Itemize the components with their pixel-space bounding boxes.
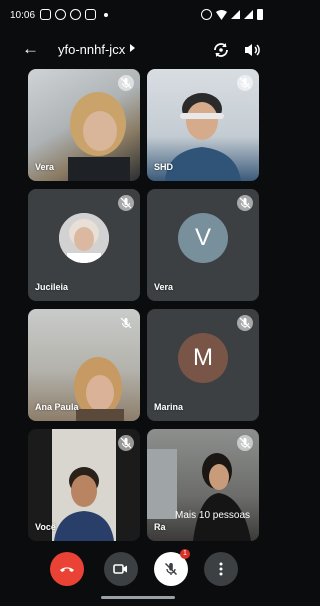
participant-name: Ana Paula [35, 402, 79, 412]
cast-icon [40, 9, 51, 20]
participant-name: Vera [35, 162, 55, 172]
mic-off-icon [164, 562, 178, 576]
avatar: V [178, 213, 228, 263]
switch-camera-icon[interactable] [211, 40, 231, 60]
participant-name: Jucileia [35, 282, 69, 292]
videocam-icon [113, 564, 127, 574]
microphone-button[interactable]: 1 [154, 549, 190, 586]
more-vert-icon [219, 562, 223, 576]
mic-off-icon [118, 435, 134, 451]
avatar: M [178, 333, 228, 383]
participant-tile[interactable]: SHD [147, 69, 259, 181]
chevron-right-icon[interactable] [130, 44, 135, 52]
participant-tile[interactable]: Jucileia [28, 189, 140, 301]
mic-off-icon [237, 435, 253, 451]
notification-badge: 1 [180, 549, 190, 559]
participant-name: SHD [154, 162, 174, 172]
participant-tile[interactable]: M Marina [147, 309, 259, 421]
signal-icon-2 [244, 10, 253, 19]
meeting-header: ← yfo-nnhf-jcx [0, 34, 275, 66]
participant-name: Vera [154, 282, 174, 292]
mic-off-icon [118, 315, 134, 331]
signal-icon [231, 10, 240, 19]
participant-tile[interactable]: Ra [147, 429, 259, 541]
participant-name: Você [35, 522, 56, 532]
mic-off-icon [118, 195, 134, 211]
status-bar: 10:06 [0, 0, 275, 34]
battery-icon [257, 9, 263, 20]
notification-icons [40, 9, 108, 20]
wifi-icon [216, 9, 227, 20]
mic-off-icon [118, 75, 134, 91]
mic-off-icon [237, 75, 253, 91]
status-time: 10:06 [10, 10, 36, 21]
participant-tile[interactable]: Vera [28, 69, 140, 181]
record-icon [55, 9, 66, 20]
dot-icon [104, 12, 108, 17]
whatsapp-icon [70, 9, 81, 20]
mic-off-icon [237, 315, 253, 331]
message-icon [85, 9, 96, 20]
participant-tile-self[interactable]: Você [28, 429, 140, 541]
call-controls: 1 [0, 540, 275, 600]
meeting-code[interactable]: yfo-nnhf-jcx [58, 42, 125, 57]
participant-name: Marina [154, 402, 184, 412]
gesture-home-bar[interactable] [101, 596, 175, 599]
participant-tile[interactable]: V Vera [147, 189, 259, 301]
system-icons [201, 9, 263, 20]
participant-tile[interactable]: Ana Paula [28, 309, 140, 421]
participant-name: Ra [154, 522, 166, 532]
more-options-button[interactable] [204, 552, 238, 586]
back-arrow-icon[interactable]: ← [22, 40, 39, 58]
phone-hangup-icon [60, 567, 74, 572]
camera-button[interactable] [104, 552, 138, 586]
speaker-icon[interactable] [242, 40, 262, 60]
end-call-button[interactable] [50, 552, 84, 586]
avatar [59, 213, 109, 263]
more-participants-label[interactable]: Mais 10 pessoas [175, 510, 250, 521]
mic-off-icon [237, 195, 253, 211]
eye-icon [201, 9, 212, 20]
